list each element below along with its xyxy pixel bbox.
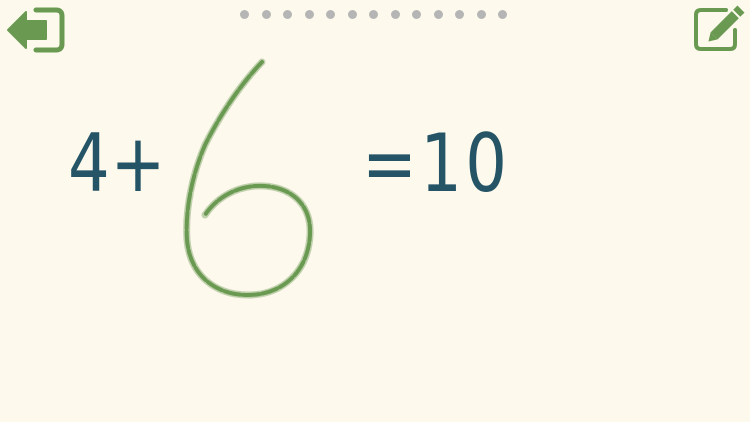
progress-dot <box>433 10 443 19</box>
progress-dot <box>369 10 378 19</box>
answer-writing-area[interactable] <box>170 50 330 310</box>
progress-dot <box>498 10 507 19</box>
progress-dot <box>390 10 400 19</box>
equation-right: =10 <box>362 117 511 210</box>
progress-dot <box>347 10 357 19</box>
progress-dot <box>326 10 335 19</box>
progress-dot <box>283 10 292 19</box>
equation-left: 4+ <box>68 117 167 210</box>
progress-dots <box>240 10 507 19</box>
edit-button[interactable] <box>692 4 748 54</box>
progress-dot <box>304 10 314 19</box>
progress-dot <box>455 10 464 19</box>
back-button[interactable] <box>6 4 66 56</box>
progress-dot <box>240 10 249 19</box>
handwritten-digit <box>183 58 314 299</box>
back-arrow-icon <box>7 7 65 53</box>
progress-dot <box>476 10 486 19</box>
progress-dot <box>261 10 271 19</box>
pencil-edit-icon <box>694 5 745 51</box>
progress-dot <box>412 10 421 19</box>
